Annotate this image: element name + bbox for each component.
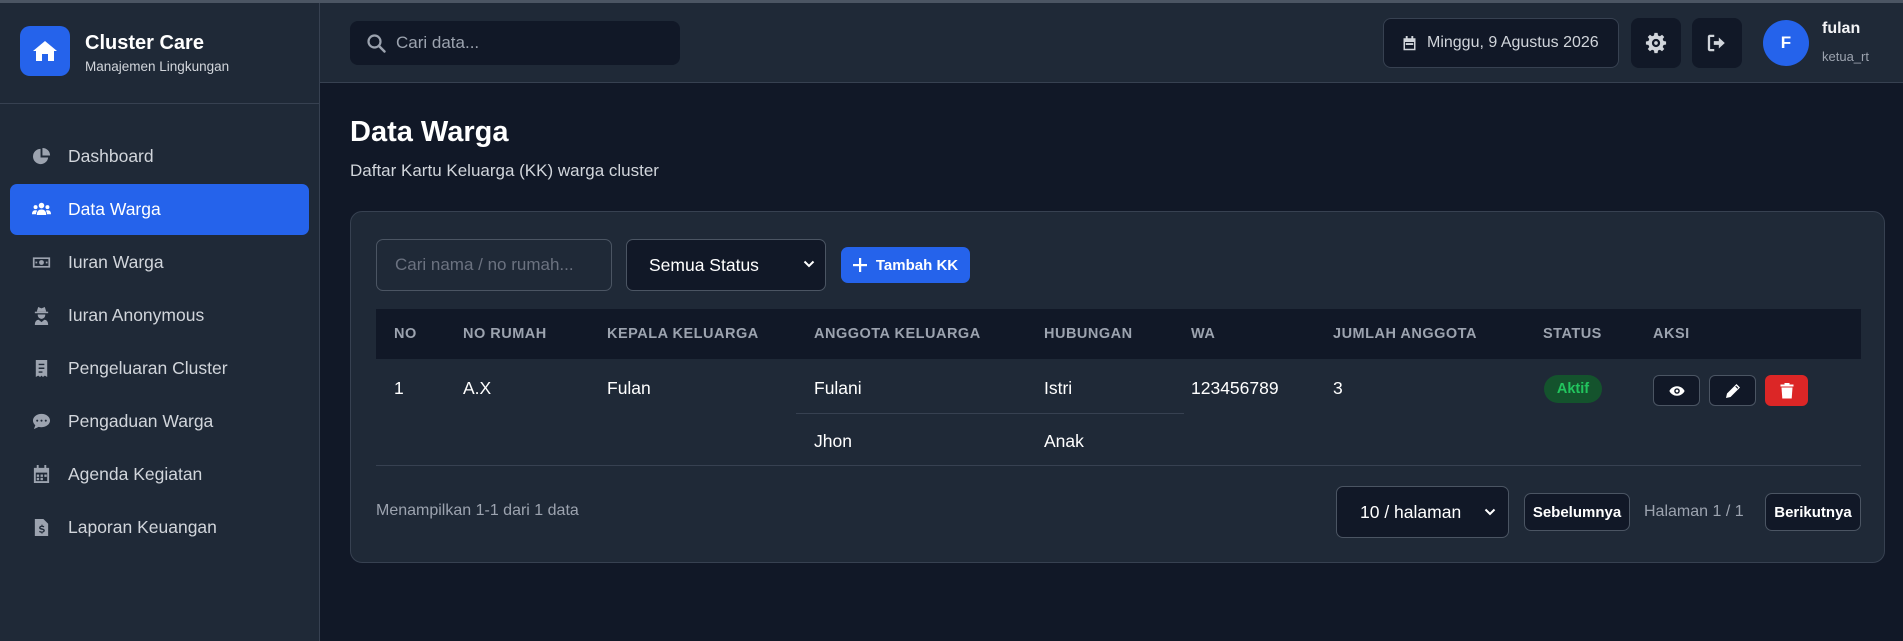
- user-name: fulan: [1822, 20, 1861, 37]
- add-kk-button[interactable]: Tambah KK: [841, 247, 970, 283]
- column-header-no-rumah[interactable]: NO RUMAH: [463, 309, 547, 359]
- edit-button[interactable]: [1709, 375, 1756, 406]
- plus-icon: [852, 258, 867, 272]
- file-invoice-icon: [30, 518, 52, 538]
- sidebar-item-label: Iuran Warga: [68, 252, 164, 272]
- cell-jumlah-anggota: 3: [1333, 378, 1343, 398]
- sidebar-item-dashboard[interactable]: Dashboard: [10, 131, 309, 182]
- delete-button[interactable]: [1765, 375, 1808, 406]
- page-subtitle: Daftar Kartu Keluarga (KK) warga cluster: [350, 161, 659, 180]
- table-header: NO NO RUMAH KEPALA KELUARGA ANGGOTA KELU…: [376, 309, 1861, 359]
- money-icon: [30, 253, 52, 273]
- sidebar-item-pengaduan-warga[interactable]: Pengaduan Warga: [10, 396, 309, 447]
- sidebar-item-label: Iuran Anonymous: [68, 305, 205, 325]
- status-filter-select[interactable]: Semua Status: [626, 239, 826, 291]
- cell-member-relation: Istri: [1044, 378, 1073, 398]
- sidebar-item-data-warga[interactable]: Data Warga: [10, 184, 309, 235]
- gear-icon: [1645, 32, 1667, 54]
- brand-title: Cluster Care: [85, 32, 204, 54]
- date-text: Minggu, 9 Agustus 2026: [1427, 34, 1599, 51]
- sidebar-nav: Dashboard Data Warga Iuran Warga Iuran A…: [0, 104, 319, 553]
- brand-subtitle: Manajemen Lingkungan: [85, 59, 230, 74]
- date-display: Minggu, 9 Agustus 2026: [1383, 18, 1619, 68]
- settings-button[interactable]: [1631, 18, 1681, 68]
- home-icon: [20, 26, 70, 76]
- global-search[interactable]: [350, 21, 680, 65]
- eye-icon: [1668, 385, 1685, 396]
- pencil-icon: [1725, 383, 1740, 398]
- sidebar-item-agenda-kegiatan[interactable]: Agenda Kegiatan: [10, 449, 309, 500]
- receipt-icon: [30, 359, 52, 379]
- pagination-info: Menampilkan 1-1 dari 1 data: [376, 502, 579, 519]
- sidebar: Cluster Care Manajemen Lingkungan Dashbo…: [0, 3, 320, 641]
- sidebar-item-label: Agenda Kegiatan: [68, 464, 203, 484]
- column-header-status[interactable]: STATUS: [1543, 309, 1602, 359]
- column-header-aksi[interactable]: AKSI: [1653, 309, 1690, 359]
- next-page-button[interactable]: Berikutnya: [1765, 493, 1861, 531]
- column-header-kepala-keluarga[interactable]: KEPALA KELUARGA: [607, 309, 759, 359]
- calendar-icon: [30, 465, 52, 485]
- users-icon: [30, 200, 52, 220]
- calendar-icon: [1403, 35, 1416, 50]
- page-indicator: Halaman 1 / 1: [1644, 503, 1744, 520]
- search-input[interactable]: [396, 33, 666, 53]
- status-badge: Aktif: [1544, 375, 1602, 403]
- topbar: Minggu, 9 Agustus 2026 F fulan ketua_rt: [320, 3, 1903, 83]
- pie-chart-icon: [30, 147, 52, 167]
- sidebar-item-pengeluaran-cluster[interactable]: Pengeluaran Cluster: [10, 343, 309, 394]
- column-header-no[interactable]: NO: [394, 309, 417, 359]
- search-icon: [367, 34, 386, 53]
- sidebar-item-label: Pengaduan Warga: [68, 411, 214, 431]
- sidebar-item-label: Data Warga: [68, 199, 161, 219]
- brand[interactable]: Cluster Care Manajemen Lingkungan: [0, 3, 319, 104]
- chevron-down-icon: [1484, 508, 1496, 516]
- logout-button[interactable]: [1692, 18, 1742, 68]
- sidebar-item-laporan-keuangan[interactable]: Laporan Keuangan: [10, 502, 309, 553]
- sidebar-item-label: Dashboard: [68, 146, 154, 166]
- per-page-select[interactable]: 10 / halaman: [1336, 486, 1509, 538]
- column-header-anggota-keluarga[interactable]: ANGGOTA KELUARGA: [814, 309, 981, 359]
- page-title: Data Warga: [350, 116, 509, 148]
- comment-icon: [30, 412, 52, 432]
- view-button[interactable]: [1653, 375, 1700, 406]
- chevron-down-icon: [803, 260, 815, 268]
- column-header-hubungan[interactable]: HUBUNGAN: [1044, 309, 1133, 359]
- status-filter-value: Semua Status: [649, 254, 759, 275]
- user-role: ketua_rt: [1822, 49, 1869, 64]
- cell-member-relation: Anak: [1044, 431, 1084, 451]
- prev-page-button[interactable]: Sebelumnya: [1524, 493, 1630, 531]
- cell-wa: 123456789: [1191, 378, 1279, 398]
- sidebar-item-label: Pengeluaran Cluster: [68, 358, 228, 378]
- trash-icon: [1780, 382, 1793, 398]
- column-header-wa[interactable]: WA: [1191, 309, 1215, 359]
- column-header-jumlah-anggota[interactable]: JUMLAH ANGGOTA: [1333, 309, 1477, 359]
- sidebar-item-iuran-warga[interactable]: Iuran Warga: [10, 237, 309, 288]
- per-page-value: 10 / halaman: [1360, 501, 1462, 522]
- add-kk-label: Tambah KK: [875, 256, 959, 274]
- cell-no-rumah: A.X: [463, 378, 492, 398]
- cell-member-name: Fulani: [814, 378, 862, 398]
- search-input[interactable]: [376, 239, 612, 291]
- sidebar-item-iuran-anonymous[interactable]: Iuran Anonymous: [10, 290, 309, 341]
- cell-no: 1: [394, 378, 404, 398]
- cell-kepala-keluarga: Fulan: [607, 378, 651, 398]
- data-card: Semua Status Tambah KK NO NO RUMAH KEPAL…: [350, 211, 1885, 563]
- cell-member-name: Jhon: [814, 431, 852, 451]
- member-divider: [796, 413, 1184, 414]
- user-secret-icon: [30, 306, 52, 326]
- table-bottom-divider: [376, 465, 1861, 466]
- sign-out-icon: [1707, 34, 1725, 52]
- sidebar-item-label: Laporan Keuangan: [68, 517, 217, 537]
- avatar[interactable]: F: [1763, 20, 1809, 66]
